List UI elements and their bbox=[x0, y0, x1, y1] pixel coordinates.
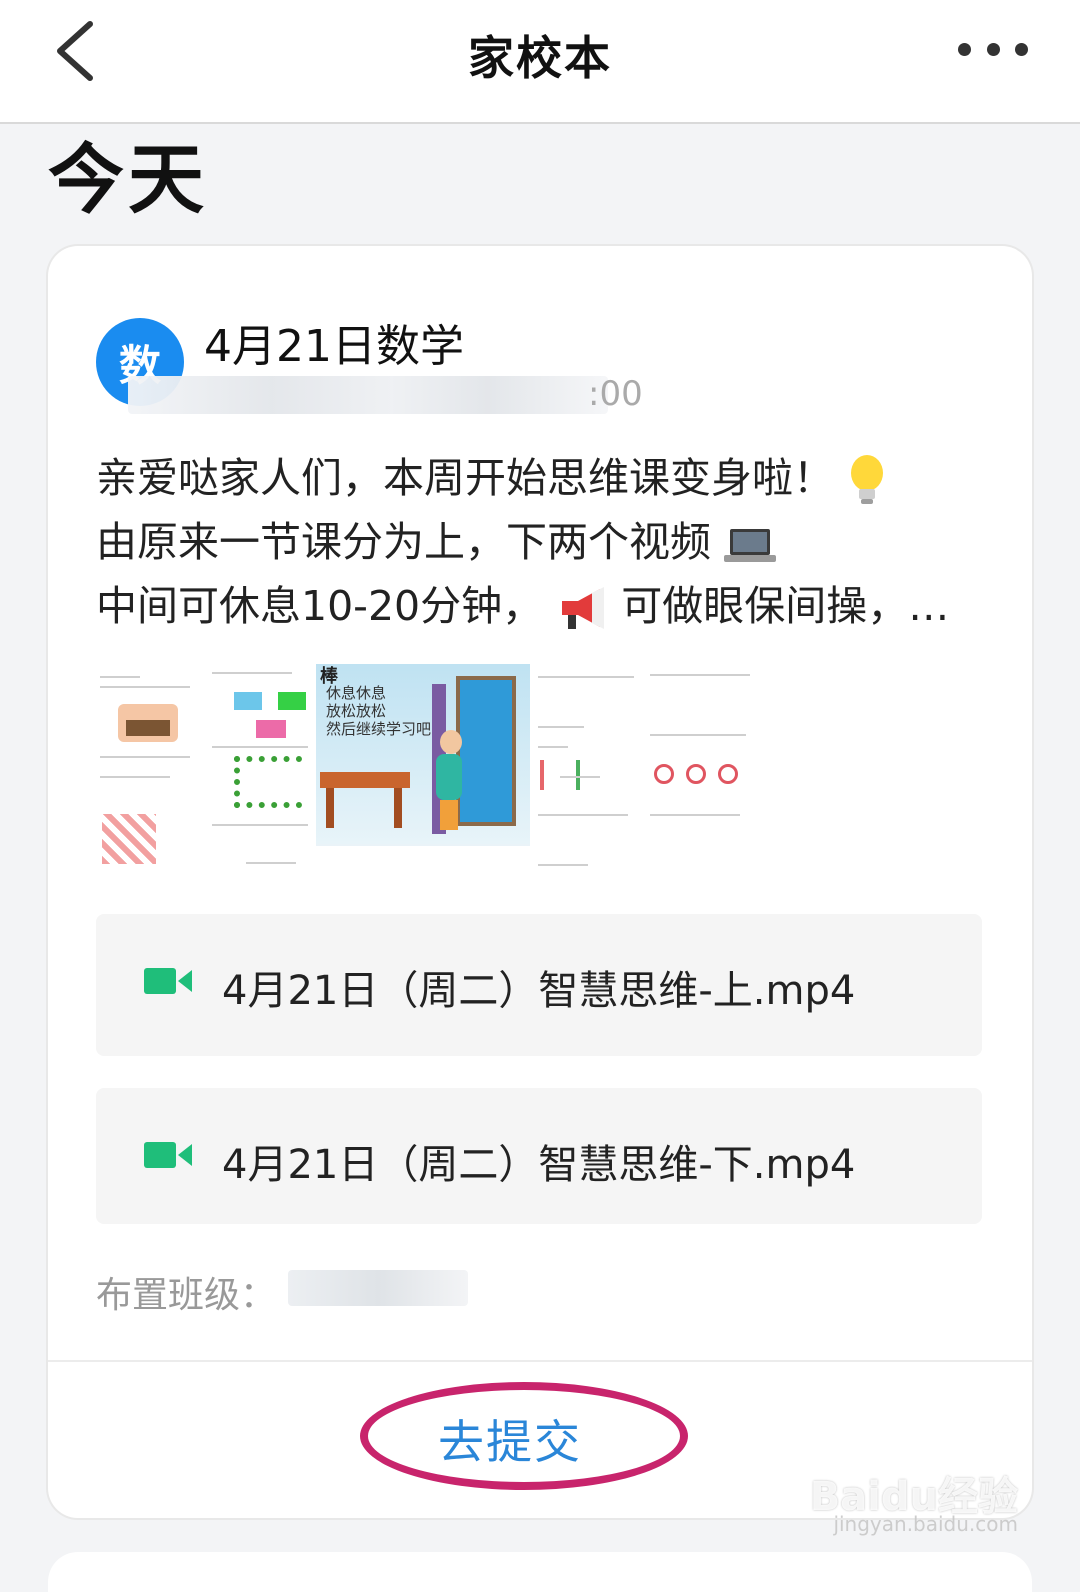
homework-title: 4月21日数学 bbox=[204, 321, 464, 372]
video-attachment-1[interactable]: 4月21日（周二）智慧思维-上.mp4 bbox=[96, 914, 982, 1056]
more-horizontal-icon[interactable] bbox=[958, 38, 1028, 60]
homework-card[interactable]: 数 4月21日数学 :00 亲爱哒家人们，本周开始思维课变身啦！ 由原来一节课分… bbox=[48, 246, 1032, 1518]
poster-line-2: 放松放松 bbox=[326, 702, 387, 720]
redacted-meta bbox=[128, 376, 608, 414]
video-camera-icon bbox=[144, 968, 192, 994]
worksheet-thumbnail-2[interactable] bbox=[206, 664, 316, 872]
worksheet-thumbnail-5[interactable] bbox=[646, 664, 756, 872]
lightbulb-icon bbox=[851, 455, 884, 504]
submit-button[interactable]: 去提交 bbox=[438, 1406, 582, 1472]
divider bbox=[48, 1360, 1032, 1362]
meta-time: :00 bbox=[588, 374, 643, 414]
video-file-name: 4月21日（周二）智慧思维-上.mp4 bbox=[222, 968, 856, 1014]
next-card-peek bbox=[48, 1552, 1032, 1592]
description-line-1: 亲爱哒家人们，本周开始思维课变身啦！ bbox=[96, 454, 834, 502]
worksheet-thumbnail-4[interactable] bbox=[530, 664, 646, 872]
video-file-name: 4月21日（周二）智慧思维-下.mp4 bbox=[222, 1142, 856, 1188]
poster-line-1: 休息休息 bbox=[326, 684, 387, 702]
video-camera-icon bbox=[144, 1142, 192, 1168]
poster-line-3: 然后继续学习吧 bbox=[326, 720, 432, 738]
laptop-icon bbox=[724, 529, 777, 562]
description-line-3: 中间可休息10-20分钟， bbox=[96, 582, 544, 630]
poster-badge: 棒 bbox=[320, 666, 338, 687]
description-line-4: 可做眼保间操，… bbox=[621, 582, 950, 630]
video-attachment-2[interactable]: 4月21日（周二）智慧思维-下.mp4 bbox=[96, 1088, 982, 1224]
megaphone-icon bbox=[562, 587, 605, 629]
assigned-class-label: 布置班级： bbox=[96, 1275, 277, 1316]
page-title: 家校本 bbox=[468, 31, 612, 85]
top-nav-bar: 家校本 bbox=[0, 0, 1080, 124]
redacted-class-name bbox=[288, 1270, 468, 1306]
attachment-images: 休息休息 放松放松 然后继续学习吧 棒 bbox=[96, 664, 756, 872]
watermark-url: jingyan.baidu.com bbox=[833, 1512, 1018, 1536]
rest-poster-thumbnail[interactable]: 休息休息 放松放松 然后继续学习吧 棒 bbox=[316, 664, 530, 872]
description-line-2: 由原来一节课分为上，下两个视频 bbox=[96, 518, 711, 566]
homework-description: 亲爱哒家人们，本周开始思维课变身啦！ 由原来一节课分为上，下两个视频 中间可休息… bbox=[96, 446, 996, 638]
worksheet-thumbnail-1[interactable] bbox=[96, 664, 206, 872]
section-title-today: 今天 bbox=[48, 135, 208, 224]
